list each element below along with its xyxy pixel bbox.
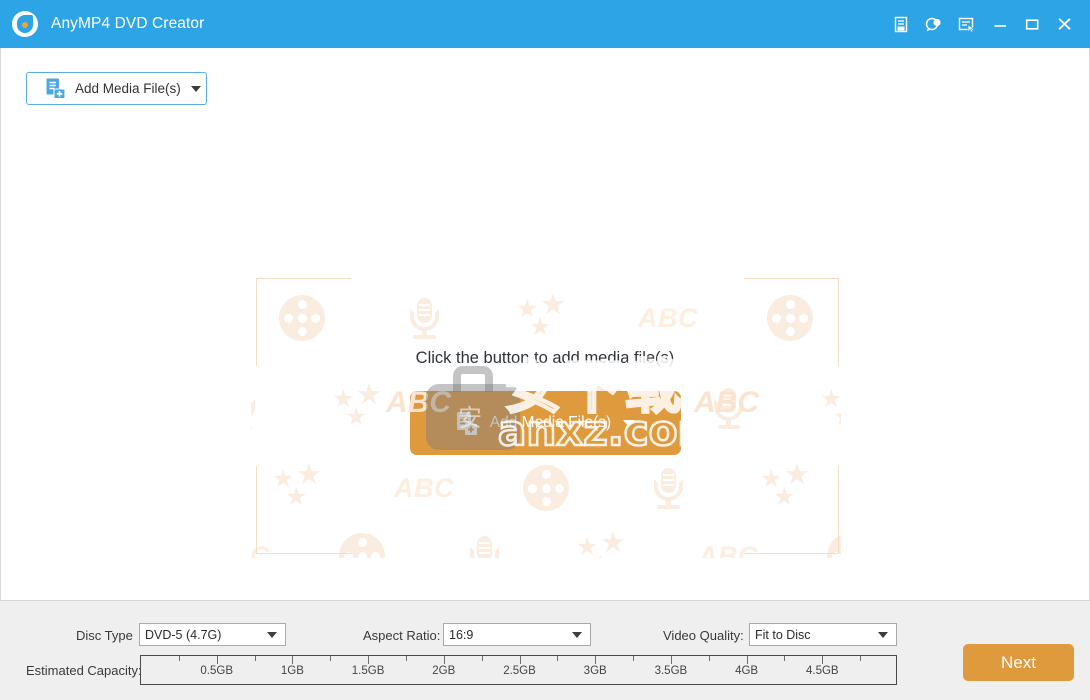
- estimated-capacity-meter[interactable]: 0.5GB 1GB 1.5GB 2GB 2.5GB 3GB 3.5GB 4GB 4.5GB: [140, 655, 897, 685]
- capacity-tick-label: 1.5GB: [351, 665, 385, 677]
- video-quality-value: Fit to Disc: [755, 627, 811, 642]
- capacity-major-tick: [595, 656, 597, 664]
- add-media-center-button[interactable]: Add Media File(s): [410, 391, 681, 455]
- capacity-minor-tick: [330, 656, 332, 661]
- stars-icon: ★★★: [332, 379, 382, 431]
- microphone-icon: [667, 378, 789, 438]
- media-drop-zone[interactable]: ★★★ABC★★★ABC★★★★★★ABC★★★ABCABC★★★ABC Cli…: [1, 48, 1089, 600]
- app-logo-icon: [12, 11, 38, 37]
- add-media-button[interactable]: Add Media File(s): [26, 72, 207, 105]
- aspect-ratio-select[interactable]: 16:9: [443, 623, 591, 646]
- minimize-icon[interactable]: [984, 0, 1016, 48]
- add-file-icon: [456, 411, 479, 436]
- window-controls: [886, 0, 1090, 48]
- stars-icon: ★★★: [576, 527, 626, 559]
- app-window: AnyMP4 DVD Creator ★ ★ ★ ABC ★ ★ ★ ★ ★ ★…: [0, 0, 1090, 700]
- microphone-icon: [363, 288, 485, 348]
- capacity-tick-label: 3GB: [583, 665, 607, 677]
- video-quality-label: Video Quality:: [663, 628, 744, 643]
- capacity-tick-label: 2GB: [432, 665, 456, 677]
- microphone-icon: [251, 378, 301, 438]
- capacity-major-tick: [822, 656, 824, 664]
- chevron-down-icon: [572, 631, 582, 638]
- capacity-tick-label: 2.5GB: [503, 665, 536, 677]
- capacity-minor-tick: [405, 656, 407, 661]
- corner-bracket-bottom-left: [256, 466, 351, 554]
- capacity-major-tick: [670, 656, 672, 664]
- stars-icon: ★★★: [820, 385, 841, 430]
- capacity-minor-tick: [178, 656, 180, 661]
- stars-icon: ★★★: [516, 289, 566, 341]
- abc-text-icon: ABC: [638, 302, 698, 333]
- capacity-minor-tick: [784, 656, 786, 661]
- title-bar: AnyMP4 DVD Creator: [0, 0, 1090, 48]
- capacity-tick-label: 4.5GB: [805, 665, 839, 677]
- microphone-icon: [607, 458, 729, 518]
- capacity-tick-label: 1GB: [280, 665, 304, 677]
- estimated-capacity-label: Estimated Capacity:: [26, 663, 142, 678]
- add-media-center-label: Add Media File(s): [489, 414, 612, 431]
- add-file-icon: [46, 78, 66, 100]
- disc-type-label: Disc Type: [76, 628, 133, 643]
- aspect-ratio-value: 16:9: [449, 627, 474, 642]
- capacity-tick-label: 3.5GB: [654, 665, 688, 677]
- capacity-minor-tick: [557, 656, 559, 661]
- corner-bracket-bottom-right: [744, 466, 839, 554]
- menu-icon[interactable]: [950, 0, 984, 48]
- bottom-settings-panel: Disc Type DVD-5 (4.7G) Aspect Ratio: 16:…: [0, 600, 1090, 700]
- capacity-minor-tick: [633, 656, 635, 661]
- chevron-down-icon: [623, 419, 636, 427]
- capacity-minor-tick: [481, 656, 483, 661]
- add-media-button-label: Add Media File(s): [75, 81, 181, 96]
- video-quality-select[interactable]: Fit to Disc: [749, 623, 897, 646]
- next-button[interactable]: Next: [963, 644, 1074, 681]
- capacity-major-tick: [292, 656, 294, 664]
- film-reel-icon: [485, 458, 607, 518]
- capacity-tick-label: 4GB: [735, 665, 759, 677]
- capacity-major-tick: [216, 656, 218, 664]
- microphone-icon: [423, 526, 545, 558]
- capacity-major-tick: [519, 656, 521, 664]
- abc-text-icon: ABC: [394, 472, 454, 503]
- capacity-minor-tick: [254, 656, 256, 661]
- capacity-tick-label: 0.5GB: [200, 665, 233, 677]
- register-icon[interactable]: [886, 0, 918, 48]
- feedback-icon[interactable]: [918, 0, 950, 48]
- dropzone-hint: Click the button to add media file(s): [415, 349, 675, 367]
- close-icon[interactable]: [1048, 0, 1080, 48]
- capacity-major-tick: [746, 656, 748, 664]
- app-title: AnyMP4 DVD Creator: [51, 15, 205, 32]
- chevron-down-icon: [267, 631, 277, 638]
- chevron-down-icon: [190, 85, 201, 92]
- chevron-down-icon: [878, 631, 888, 638]
- capacity-minor-tick: [708, 656, 710, 661]
- aspect-ratio-label: Aspect Ratio:: [363, 628, 441, 643]
- disc-type-select[interactable]: DVD-5 (4.7G): [139, 623, 286, 646]
- disc-type-value: DVD-5 (4.7G): [145, 627, 222, 642]
- maximize-icon[interactable]: [1016, 0, 1048, 48]
- main-area: ★★★ABC★★★ABC★★★★★★ABC★★★ABCABC★★★ABC Cli…: [0, 48, 1090, 600]
- capacity-major-tick: [368, 656, 370, 664]
- capacity-minor-tick: [860, 656, 862, 661]
- capacity-major-tick: [443, 656, 445, 664]
